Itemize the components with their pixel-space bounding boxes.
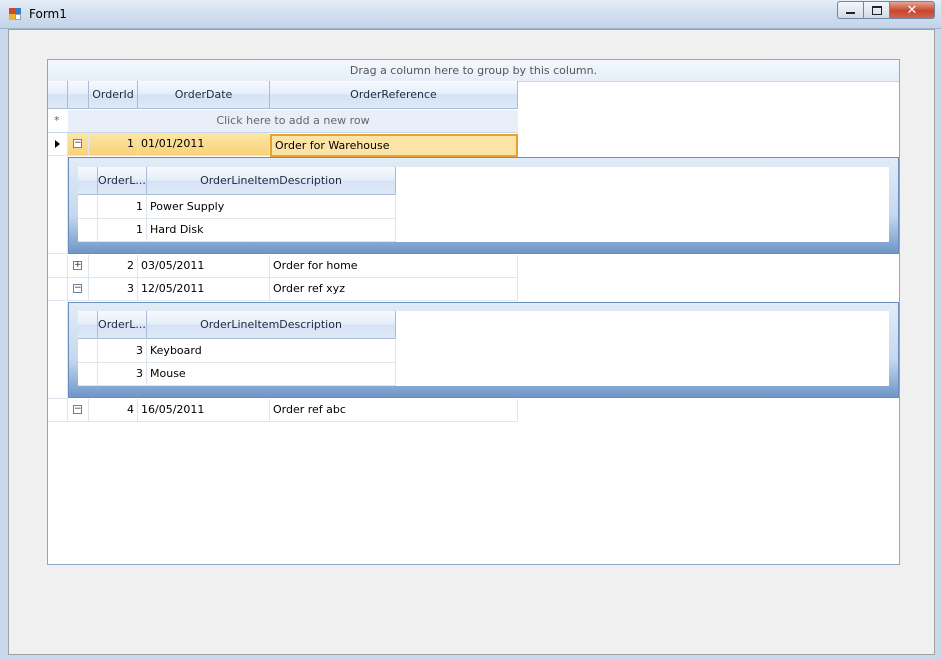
child-indent <box>48 301 68 399</box>
collapse-icon[interactable]: − <box>73 139 82 148</box>
child-grid-body: OrderL... OrderLineItemDescription 1 Pow… <box>78 167 889 242</box>
row-expander-cell[interactable]: − <box>68 133 89 156</box>
orders-grid[interactable]: Drag a column here to group by this colu… <box>47 59 900 565</box>
cell-orderdate[interactable]: 01/01/2011 <box>138 133 270 156</box>
row-indicator[interactable] <box>48 278 68 301</box>
child-grid-order-1: OrderL... OrderLineItemDescription 1 Pow… <box>68 157 899 254</box>
maximize-button[interactable] <box>863 1 889 19</box>
child-header-corner <box>78 167 98 195</box>
cell-orderdate[interactable]: 16/05/2011 <box>138 399 270 422</box>
cell-orderdate[interactable]: 12/05/2011 <box>138 278 270 301</box>
close-button[interactable]: ✕ <box>889 1 935 19</box>
cell-orderid[interactable]: 2 <box>89 255 138 278</box>
maximize-icon <box>871 5 882 15</box>
header-expander-column <box>68 81 89 109</box>
child-header-description[interactable]: OrderLineItemDescription <box>147 311 396 339</box>
child-grid-body: OrderL... OrderLineItemDescription 3 Key… <box>78 311 889 386</box>
row-indicator[interactable] <box>48 399 68 422</box>
child-header-corner <box>78 311 98 339</box>
child-row-indicator[interactable] <box>78 219 98 242</box>
cell-orderreference[interactable]: Order for home <box>270 255 518 278</box>
cell-orderreference[interactable]: Order ref xyz <box>270 278 518 301</box>
add-new-row[interactable]: Click here to add a new row <box>68 110 518 133</box>
child-header-orderline[interactable]: OrderL... <box>98 311 147 339</box>
row-expander-cell[interactable]: − <box>68 399 89 422</box>
cell-orderid[interactable]: 1 <box>89 133 138 156</box>
row-expander-cell[interactable]: − <box>68 278 89 301</box>
child-cell-qty[interactable]: 1 <box>98 196 147 219</box>
cell-orderreference[interactable]: Order ref abc <box>270 399 518 422</box>
new-row-indicator: * <box>48 110 68 133</box>
collapse-icon[interactable]: − <box>73 284 82 293</box>
child-cell-description[interactable]: Keyboard <box>147 340 396 363</box>
window-title: Form1 <box>29 7 67 21</box>
group-by-panel[interactable]: Drag a column here to group by this colu… <box>48 60 899 82</box>
new-row-star-icon: * <box>54 114 60 127</box>
child-row-indicator[interactable] <box>78 196 98 219</box>
header-corner <box>48 81 68 109</box>
current-row-arrow-icon <box>55 140 60 148</box>
minimize-button[interactable] <box>837 1 863 19</box>
child-cell-qty[interactable]: 3 <box>98 363 147 386</box>
cell-orderreference-active[interactable]: Order for Warehouse <box>270 134 518 157</box>
child-indent <box>48 156 68 254</box>
child-cell-description[interactable]: Mouse <box>147 363 396 386</box>
child-grid-order-3: OrderL... OrderLineItemDescription 3 Key… <box>68 302 899 398</box>
caption-buttons: ✕ <box>837 1 935 20</box>
child-header-orderline[interactable]: OrderL... <box>98 167 147 195</box>
minimize-icon <box>846 12 855 14</box>
child-cell-qty[interactable]: 1 <box>98 219 147 242</box>
child-row-indicator[interactable] <box>78 340 98 363</box>
child-cell-qty[interactable]: 3 <box>98 340 147 363</box>
cell-orderid[interactable]: 3 <box>89 278 138 301</box>
header-orderdate[interactable]: OrderDate <box>138 81 270 109</box>
close-icon: ✕ <box>906 2 918 18</box>
collapse-icon[interactable]: − <box>73 405 82 414</box>
header-orderid[interactable]: OrderId <box>89 81 138 109</box>
header-orderreference[interactable]: OrderReference <box>270 81 518 109</box>
expand-icon[interactable]: + <box>73 261 82 270</box>
title-bar[interactable]: Form1 ✕ <box>0 0 941 29</box>
child-cell-description[interactable]: Hard Disk <box>147 219 396 242</box>
child-cell-description[interactable]: Power Supply <box>147 196 396 219</box>
row-expander-cell[interactable]: + <box>68 255 89 278</box>
row-indicator[interactable] <box>48 255 68 278</box>
cell-orderdate[interactable]: 03/05/2011 <box>138 255 270 278</box>
child-row-indicator[interactable] <box>78 363 98 386</box>
app-icon[interactable] <box>9 8 22 21</box>
row-indicator[interactable] <box>48 133 68 156</box>
cell-orderid[interactable]: 4 <box>89 399 138 422</box>
child-header-description[interactable]: OrderLineItemDescription <box>147 167 396 195</box>
